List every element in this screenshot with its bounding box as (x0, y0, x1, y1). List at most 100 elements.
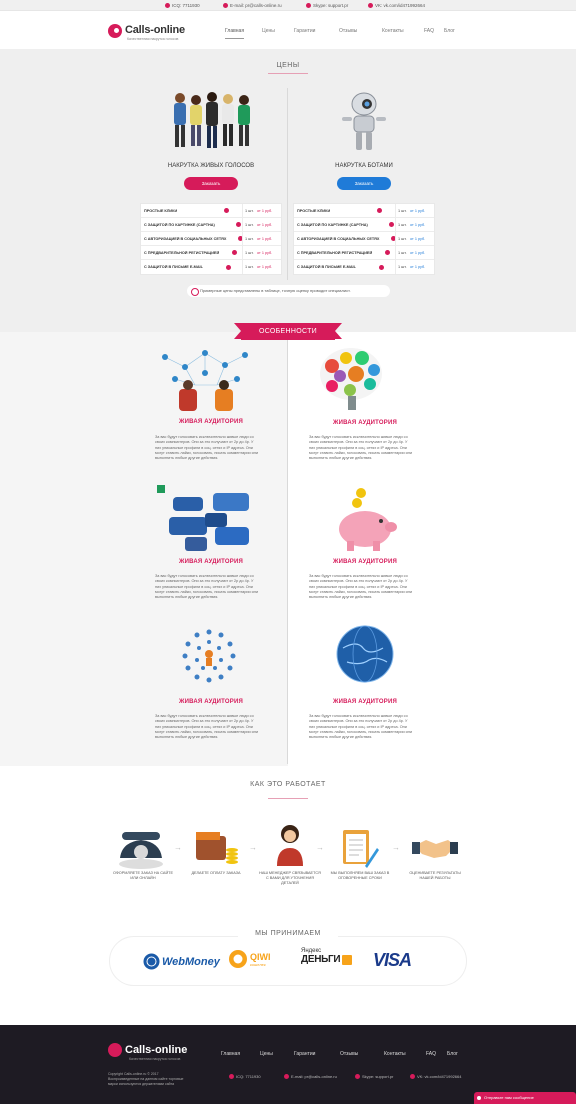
question-icon[interactable] (236, 222, 241, 227)
feature-text: За вас будут голосовать исключительно жи… (309, 714, 413, 740)
table-row: ПРОСТЫЕ КЛИКИ 1 шт. от 1 руб. (141, 204, 281, 218)
visa-logo[interactable]: VISA (373, 950, 412, 971)
clipboard-icon (343, 830, 379, 868)
feature-text: За вас будут голосовать исключительно жи… (155, 714, 259, 740)
step-order: Оформляете заказ на сайте или онлайн (112, 871, 174, 880)
qiwi-circle-icon (229, 950, 247, 968)
features-ribbon: ОСОБЕННОСТИ (234, 323, 342, 340)
arrow-right-icon: → (174, 843, 182, 852)
question-icon[interactable] (232, 250, 237, 255)
feature-title: ЖИВАЯ АУДИТОРИЯ (178, 699, 243, 705)
top-contact-bar: ICQ: 7711930 E-mail: pr@calls-online.ru … (0, 0, 576, 11)
feature-title: ЖИВАЯ АУДИТОРИЯ (332, 420, 397, 426)
gear-brain-icon (320, 348, 382, 410)
feature-text: За вас будут голосовать исключительно жи… (309, 574, 413, 600)
logo-tagline: Качественная накрутка голосов (127, 37, 179, 41)
footer-icq[interactable]: ICQ: 7711930 (229, 1074, 261, 1079)
footer-nav-guarantees[interactable]: Гарантии (294, 1051, 315, 1057)
footer-nav-home[interactable]: Главная (221, 1051, 240, 1057)
email-icon (223, 3, 228, 8)
footer-nav-contacts[interactable]: Контакты (384, 1051, 406, 1057)
step-manager: Наш менеджер связывается с вами для уточ… (259, 871, 321, 885)
feature-title: ЖИВАЯ АУДИТОРИЯ (178, 419, 243, 425)
yandex-money-logo[interactable]: Яндекс ДЕНЬГИ (301, 948, 353, 965)
arrow-right-icon: → (316, 843, 324, 852)
handshake-icon (412, 840, 458, 858)
skype-icon (355, 1074, 360, 1079)
order-live-button[interactable]: Заказать (184, 177, 238, 190)
nav-reviews[interactable]: Отзывы (339, 28, 357, 34)
footer-vk[interactable]: VK: vk.com/id471992664 (410, 1074, 461, 1079)
email-icon (284, 1074, 289, 1079)
bots-title: НАКРУТКА БОТАМИ (335, 163, 393, 169)
question-icon[interactable] (224, 208, 229, 213)
nav-home[interactable]: Главная (225, 28, 245, 39)
nav-prices[interactable]: Цены (262, 28, 275, 34)
table-row: С АВТОРИЗАЦИЕЙ В СОЦИАЛЬНЫХ СЕТЯХ 1 шт. от… (141, 232, 281, 246)
vk-icon (410, 1074, 415, 1079)
footer-nav-blog[interactable]: Блог (447, 1051, 458, 1057)
question-icon[interactable] (379, 264, 384, 270)
topbar-email[interactable]: E-mail: pr@calls-online.ru (223, 3, 282, 8)
footer-skype[interactable]: Skype: support.pr (355, 1074, 393, 1079)
prices-title: ЦЕНЫ (276, 62, 300, 69)
prices-title-underline (268, 73, 308, 74)
footer-email[interactable]: E-mail: pr@calls-online.ru (284, 1074, 337, 1079)
table-row: С ЗАЩИТОЙ В ПИСЬМЕ E-MAIL 1 шт. от 1 руб. (141, 260, 281, 274)
robot-illustration (342, 92, 386, 150)
yandex-wallet-icon (342, 955, 353, 965)
topbar-vk[interactable]: VK: vk.com/id471992664 (368, 3, 425, 8)
footer-nav-prices[interactable]: Цены (260, 1051, 273, 1057)
chat-widget-button[interactable]: Отправьте нам сообщение (474, 1092, 576, 1104)
live-prices-table: ПРОСТЫЕ КЛИКИ 1 шт. от 1 руб. С ЗАЩИТОЙ ПО… (140, 203, 282, 275)
manager-icon (277, 825, 303, 866)
step-execute: Мы выполняем ваш заказ в оговоренные сро… (330, 871, 390, 880)
table-row: С ЗАЩИТОЙ ПО КАРТИНКЕ (CAPTHA) 1 шт. от 1 … (141, 218, 281, 232)
question-icon[interactable] (385, 250, 390, 255)
table-row: ПРОСТЫЕ КЛИКИ 1 шт. от 1 руб. (294, 204, 434, 218)
arrow-right-icon: → (392, 843, 400, 852)
qiwi-logo[interactable]: QIWI кошелек (228, 949, 271, 969)
step-pay: Делаете оплату заказа (191, 871, 241, 875)
vk-icon (368, 3, 373, 8)
telephone-icon (119, 832, 163, 869)
feature-title: ЖИВАЯ АУДИТОРИЯ (332, 699, 397, 705)
skype-icon (306, 3, 311, 8)
question-icon[interactable] (226, 264, 231, 270)
nav-guarantees[interactable]: Гарантии (294, 28, 315, 34)
question-icon[interactable] (389, 222, 394, 227)
topbar-skype[interactable]: Skype: support.pr (306, 3, 348, 8)
nav-blog[interactable]: Блог (444, 28, 455, 34)
network-people-icon (162, 350, 248, 411)
logo-icon[interactable] (108, 24, 122, 38)
features-divider (287, 340, 288, 764)
icq-icon (229, 1074, 234, 1079)
how-title-underline (268, 798, 308, 799)
globe-icon (336, 625, 394, 683)
table-row: С ПРЕДВАРИТЕЛЬНОЙ РЕГИСТРАЦИЕЙ 1 шт. от 1 … (294, 246, 434, 260)
site-header (0, 11, 576, 49)
nav-faq[interactable]: FAQ (424, 28, 434, 34)
table-row: С ПРЕДВАРИТЕЛЬНОЙ РЕГИСТРАЦИЕЙ 1 шт. от 1 … (141, 246, 281, 260)
footer-logo-icon[interactable] (108, 1043, 122, 1057)
icq-icon (165, 3, 170, 8)
webmoney-globe-icon (143, 953, 160, 970)
question-icon[interactable] (377, 208, 382, 213)
footer-nav-faq[interactable]: FAQ (426, 1051, 436, 1057)
footer-nav-reviews[interactable]: Отзывы (340, 1051, 358, 1057)
bot-prices-table: ПРОСТЫЕ КЛИКИ 1 шт. от 1 руб. С ЗАЩИТОЙ ПО… (293, 203, 435, 275)
social-likes-icon (157, 485, 249, 551)
payments-title: МЫ ПРИНИМАЕМ (238, 930, 338, 937)
people-illustration (174, 92, 250, 148)
topbar-icq[interactable]: ICQ: 7711930 (165, 3, 200, 8)
feature-title: ЖИВАЯ АУДИТОРИЯ (332, 559, 397, 565)
feature-text: За вас будут голосовать исключительно жи… (155, 574, 259, 600)
webmoney-logo[interactable]: WebMoney (143, 953, 220, 970)
order-bots-button[interactable]: Заказать (337, 177, 391, 190)
nav-contacts[interactable]: Контакты (382, 28, 404, 34)
arrow-right-icon: → (249, 843, 257, 852)
logo[interactable]: Calls-online (125, 24, 185, 36)
footer-logo[interactable]: Calls-online (125, 1044, 187, 1056)
table-row: С АВТОРИЗАЦИЕЙ В СОЦИАЛЬНЫХ СЕТЯХ 1 шт. от… (294, 232, 434, 246)
feature-title: ЖИВАЯ АУДИТОРИЯ (178, 559, 243, 565)
